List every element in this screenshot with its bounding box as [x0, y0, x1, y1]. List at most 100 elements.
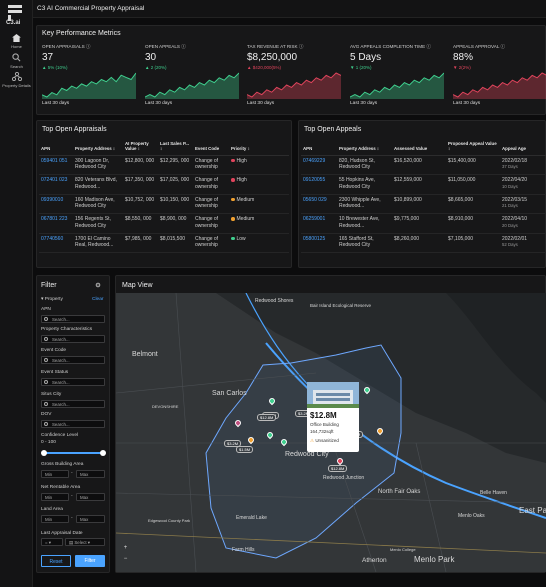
range-max-input[interactable]: Max	[76, 470, 105, 478]
confidence-slider-max-handle[interactable]	[100, 450, 106, 456]
table-row[interactable]: 09390010 160 Madison Ave, Redwood City $…	[39, 194, 289, 215]
col-apn[interactable]: APN	[39, 141, 73, 156]
map-price-pin[interactable]: $12.8M	[257, 414, 277, 421]
date-select[interactable]: ▤ Select ▾	[65, 538, 105, 546]
apn-link[interactable]: 07740560	[39, 233, 73, 254]
col-appeal-age[interactable]: Appeal Age	[500, 141, 546, 156]
priority-dot	[231, 197, 235, 202]
kpi-card[interactable]: OPEN APPRAISALS ⓘ 37 ▲ 5% (10%) Last 30 …	[42, 44, 142, 112]
kpi-label: APPEALS APPROVAL ⓘ	[453, 44, 506, 49]
filter-field-label: APN	[41, 307, 51, 312]
map-price-pin[interactable]: $12.8M	[328, 465, 348, 472]
map-title: Map View	[122, 282, 153, 289]
property-section[interactable]: ▾ Property	[41, 297, 63, 302]
apn-link[interactable]: 06259001	[301, 213, 337, 234]
col-apn[interactable]: APN	[301, 141, 337, 156]
filter-search-input[interactable]: Search...	[41, 400, 105, 408]
col-assessed[interactable]: Assessed Value	[392, 141, 446, 156]
apn-link[interactable]: 05800125	[301, 233, 337, 254]
map-price-pin[interactable]: $1.5M	[236, 446, 254, 453]
table-row[interactable]: 072401 023 820 Veterans Blvd, Redwood...…	[39, 174, 289, 195]
confidence-slider-min-handle[interactable]	[41, 450, 47, 456]
table-row[interactable]: 059401 051 300 Lagoon Dr, Redwood City $…	[39, 155, 289, 176]
range-min-input[interactable]: Min	[41, 470, 69, 478]
zoom-in-button[interactable]: +	[122, 545, 129, 552]
priority-cell: Low	[229, 233, 289, 254]
kpi-value: 37	[42, 52, 54, 63]
kpi-sparkline	[350, 72, 444, 99]
col-ai-value[interactable]: AI Property Value ↕	[123, 141, 158, 156]
map-place-label: East Pa	[519, 506, 546, 515]
clear-link[interactable]: Clear	[92, 297, 103, 302]
table-row[interactable]: 06259001 10 Brewester Ave, Redwood... $9…	[301, 213, 546, 234]
property-popup[interactable]: $12.8M Office Building 164,732sqft ⚠ Uns…	[307, 382, 359, 452]
apn-link[interactable]: 067801 223	[39, 213, 73, 234]
event-code-cell: Change of ownership	[193, 213, 229, 234]
priority-dot	[231, 236, 235, 241]
table-row[interactable]: 07740560 1700 El Camino Real, Redwood...…	[39, 233, 289, 254]
kpi-card[interactable]: APPEALS APPROVAL ⓘ 88% ▼ 2(2%) Last 30 d…	[453, 44, 546, 112]
range-min-input[interactable]: Min	[41, 515, 69, 523]
appraisals-title: Top Open Appraisals	[42, 126, 107, 133]
filter-button[interactable]: Filter	[75, 555, 105, 567]
priority-dot	[231, 217, 235, 221]
reset-button[interactable]: Reset	[41, 555, 71, 567]
map-place-label: Atherton	[362, 557, 387, 564]
table-row[interactable]: 05650 029 2300 Whipple Ave, Redwood... $…	[301, 194, 546, 215]
date-operator-select[interactable]: = ▾	[41, 538, 63, 546]
col-priority[interactable]: Priority ↕	[229, 141, 289, 156]
proposed-cell: $8,910,000	[446, 213, 500, 234]
table-row[interactable]: 067801 223 156 Regents St, Redwood City …	[39, 213, 289, 234]
col-event-code[interactable]: Event Code	[193, 141, 229, 156]
filter-search-input[interactable]: Search...	[41, 356, 105, 364]
table-row[interactable]: 05800125 165 Stafford St, Redwood City $…	[301, 233, 546, 254]
ai-value-cell: $17,350, 000	[123, 174, 158, 195]
kpi-delta: ▲ 2 (20%)	[145, 65, 167, 70]
kpi-card[interactable]: TAX REVENUE AT RISK ⓘ $8,250,000 ▲ $420,…	[247, 44, 347, 112]
rail-home[interactable]: Home	[0, 34, 33, 49]
appeals-title: Top Open Appeals	[304, 126, 362, 133]
apn-link[interactable]: 072401 023	[39, 174, 73, 195]
filter-search-input[interactable]: Search...	[41, 378, 105, 386]
search-icon	[44, 337, 48, 341]
filter-search-input[interactable]: Search...	[41, 420, 105, 428]
apn-link[interactable]: 059401 051	[39, 155, 73, 176]
zoom-out-button[interactable]: −	[122, 556, 129, 563]
col-last-sales[interactable]: Last Sales P... ↕	[158, 141, 193, 156]
map-place-label: Bair Island Ecological Reserve	[310, 303, 372, 308]
kpi-card[interactable]: OPEN APPEALS ⓘ 30 ▲ 2 (20%) Last 30 days	[145, 44, 245, 112]
priority-cell: High	[229, 155, 289, 176]
kpi-delta: ▼ 2(2%)	[453, 65, 471, 70]
range-max-input[interactable]: Max	[76, 515, 105, 523]
filter-search-input[interactable]: Search...	[41, 335, 105, 343]
popup-value: $12.8M	[310, 411, 337, 420]
range-max-input[interactable]: Max	[76, 493, 105, 501]
apn-link[interactable]: 09390010	[39, 194, 73, 215]
col-address[interactable]: Property Address ↕	[337, 141, 392, 156]
table-row[interactable]: 09120055 55 Hopkins Ave, Redwood City $1…	[301, 174, 546, 195]
col-proposed[interactable]: Proposed Appeal Value ↕	[446, 141, 500, 156]
rail-property-details[interactable]: Property Details	[0, 72, 33, 88]
kpi-sparkline	[145, 72, 239, 99]
gear-icon[interactable]	[95, 282, 101, 288]
filter-field-label: Event Code	[41, 348, 67, 353]
kpi-label: OPEN APPEALS ⓘ	[145, 44, 186, 49]
filter-field-label: Event Status	[41, 370, 69, 375]
range-min-input[interactable]: Min	[41, 493, 69, 501]
rail-search[interactable]: Search	[0, 53, 33, 69]
confidence-label: Confidence Level	[41, 433, 79, 438]
table-row[interactable]: 07469229 820, Hudson St, Redwood City $1…	[301, 155, 546, 176]
map-place-label: Menlo Park	[414, 555, 455, 564]
confidence-slider-track[interactable]	[43, 452, 104, 454]
kpi-card[interactable]: AVG APPEALS COMPLETION TIME ⓘ 5 Days ▼ 1…	[350, 44, 450, 112]
kpi-value: 88%	[453, 52, 474, 63]
apn-link[interactable]: 09120055	[301, 174, 337, 195]
apn-link[interactable]: 05650 029	[301, 194, 337, 215]
tree-icon	[11, 72, 22, 81]
last-appraisal-label: Last Appraisal Date	[41, 531, 83, 536]
filter-search-input[interactable]: Search...	[41, 315, 105, 323]
filter-title: Filter	[41, 282, 57, 289]
popup-type: Office Building	[310, 422, 339, 427]
apn-link[interactable]: 07469229	[301, 155, 337, 176]
col-address[interactable]: Property Address ↕	[73, 141, 123, 156]
